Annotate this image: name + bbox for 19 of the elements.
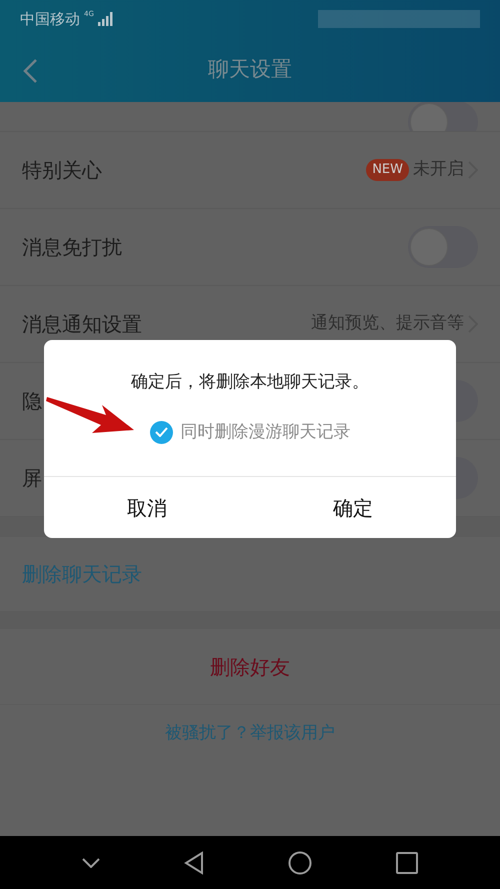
checkbox-icon[interactable] [150,420,172,444]
chevron-down-icon[interactable] [82,858,100,868]
roaming-delete-checkbox[interactable]: 同时删除漫游聊天记录 [150,420,350,445]
home-circle-icon[interactable] [288,850,312,874]
recent-square-icon[interactable] [396,852,418,874]
back-triangle-icon[interactable] [184,850,204,874]
setting-label: 消息免打扰 [22,234,122,261]
page-title: 聊天设置 [208,56,292,84]
dialog-button[interactable]: 确定 [250,477,456,538]
setting-label: 消息通知设置 [22,311,142,338]
new-badge: NEW [366,159,409,181]
setting-label: 隐 [22,388,42,415]
signal-icon [98,12,114,26]
setting-label: 特别关心 [22,157,102,184]
carrier-name: 中国移动 [20,8,80,30]
dialog-message: 确定后，将删除本地聊天记录。 [131,371,369,394]
dialog-button[interactable]: 取消 [44,477,250,538]
setting-label: 屏 [22,465,42,492]
delete-friend-button[interactable]: 删除好友 [0,629,500,705]
